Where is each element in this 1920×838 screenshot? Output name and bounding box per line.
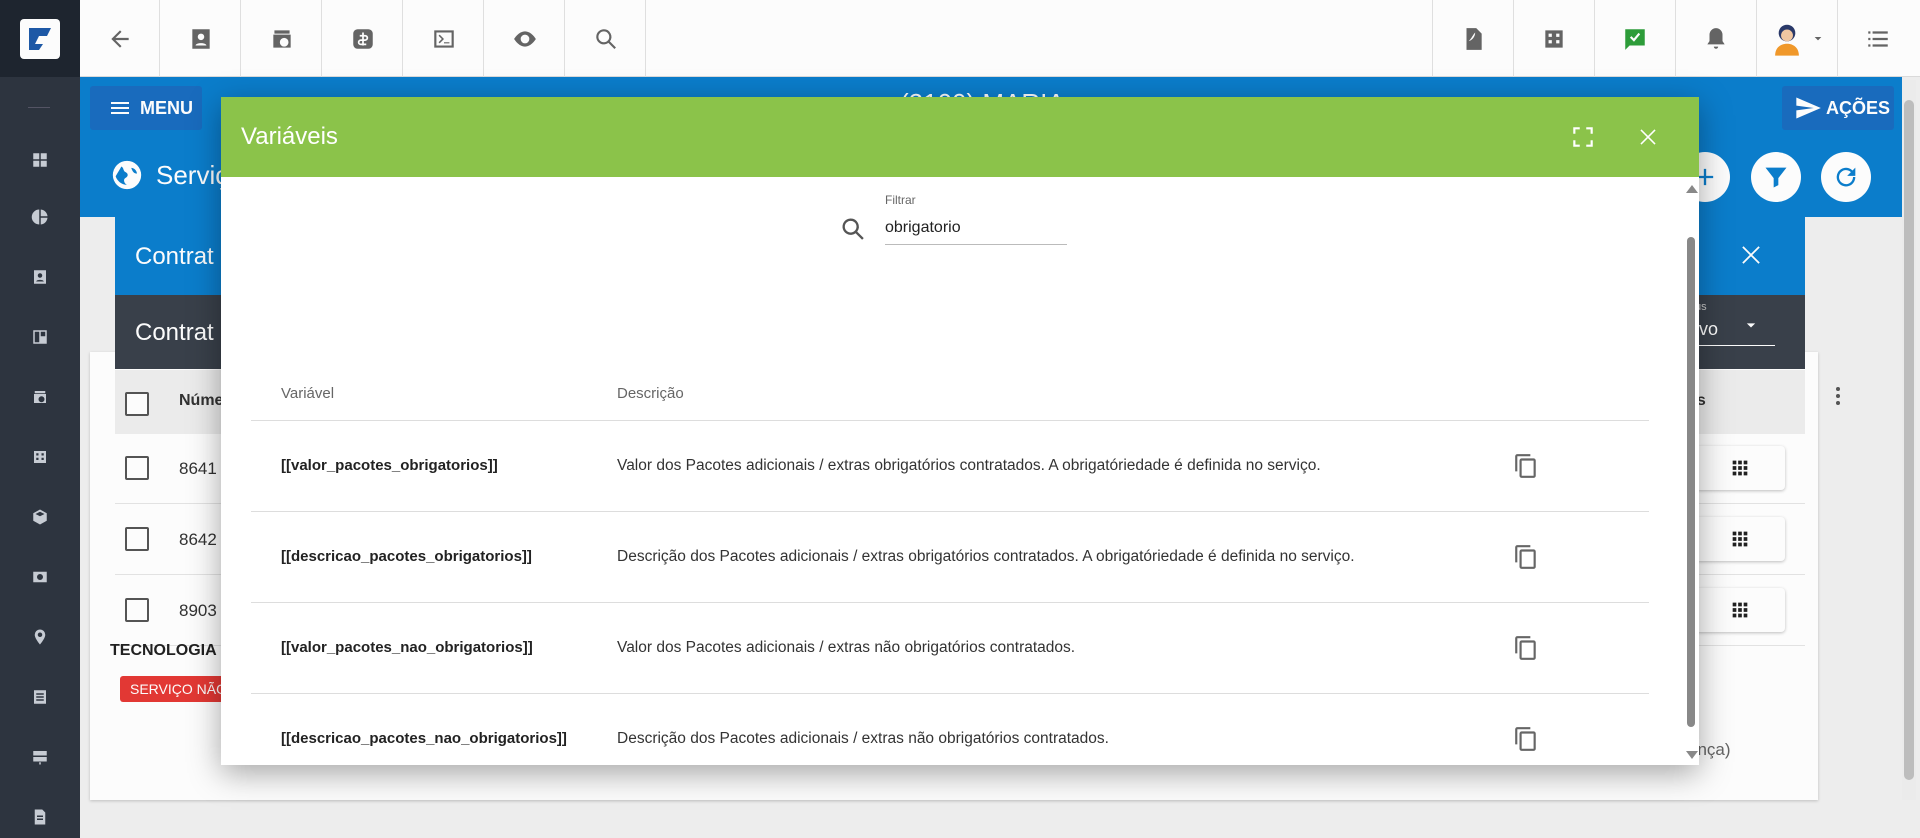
variable-name: [[descricao_pacotes_nao_obrigatorios]] [281,730,567,747]
search-icon [839,215,867,243]
table-header: Variável Descrição [251,333,1649,421]
filter-field: Filtrar [839,193,1089,249]
table-row: [[descricao_pacotes_obrigatorios]] Descr… [251,512,1649,603]
copy-icon[interactable] [1511,724,1541,754]
copy-icon[interactable] [1511,451,1541,481]
variable-description: Descrição dos Pacotes adicionais / extra… [617,730,1109,747]
close-icon[interactable] [1632,121,1664,153]
table-row: [[descricao_pacotes_nao_obrigatorios]] D… [251,694,1649,785]
variables-table: Variável Descrição [[valor_pacotes_obrig… [251,333,1649,785]
fullscreen-icon[interactable] [1567,121,1599,153]
variable-name: [[valor_pacotes_obrigatorios]] [281,457,498,474]
dialog-title: Variáveis [241,123,338,150]
variable-description: Valor dos Pacotes adicionais / extras nã… [617,639,1076,656]
col-description: Descrição [617,385,684,402]
filter-label: Filtrar [885,193,916,207]
variable-description: Descrição dos Pacotes adicionais / extra… [617,548,1355,565]
variable-name: [[descricao_pacotes_obrigatorios]] [281,548,532,565]
table-row: [[valor_pacotes_nao_obrigatorios]] Valor… [251,603,1649,694]
dialog-header: Variáveis [221,97,1699,177]
scroll-down-arrow[interactable] [1686,751,1698,759]
dialog-scrollbar[interactable] [1685,181,1697,761]
copy-icon[interactable] [1511,633,1541,663]
copy-icon[interactable] [1511,542,1541,572]
col-variable: Variável [281,385,335,402]
variable-description: Valor dos Pacotes adicionais / extras ob… [617,457,1321,474]
filter-input[interactable] [885,211,1067,245]
table-row: [[valor_pacotes_obrigatorios]] Valor dos… [251,421,1649,512]
variable-name: [[valor_pacotes_nao_obrigatorios]] [281,639,533,656]
variables-dialog: Variáveis Filtrar Variável Descrição [[v… [221,97,1699,765]
